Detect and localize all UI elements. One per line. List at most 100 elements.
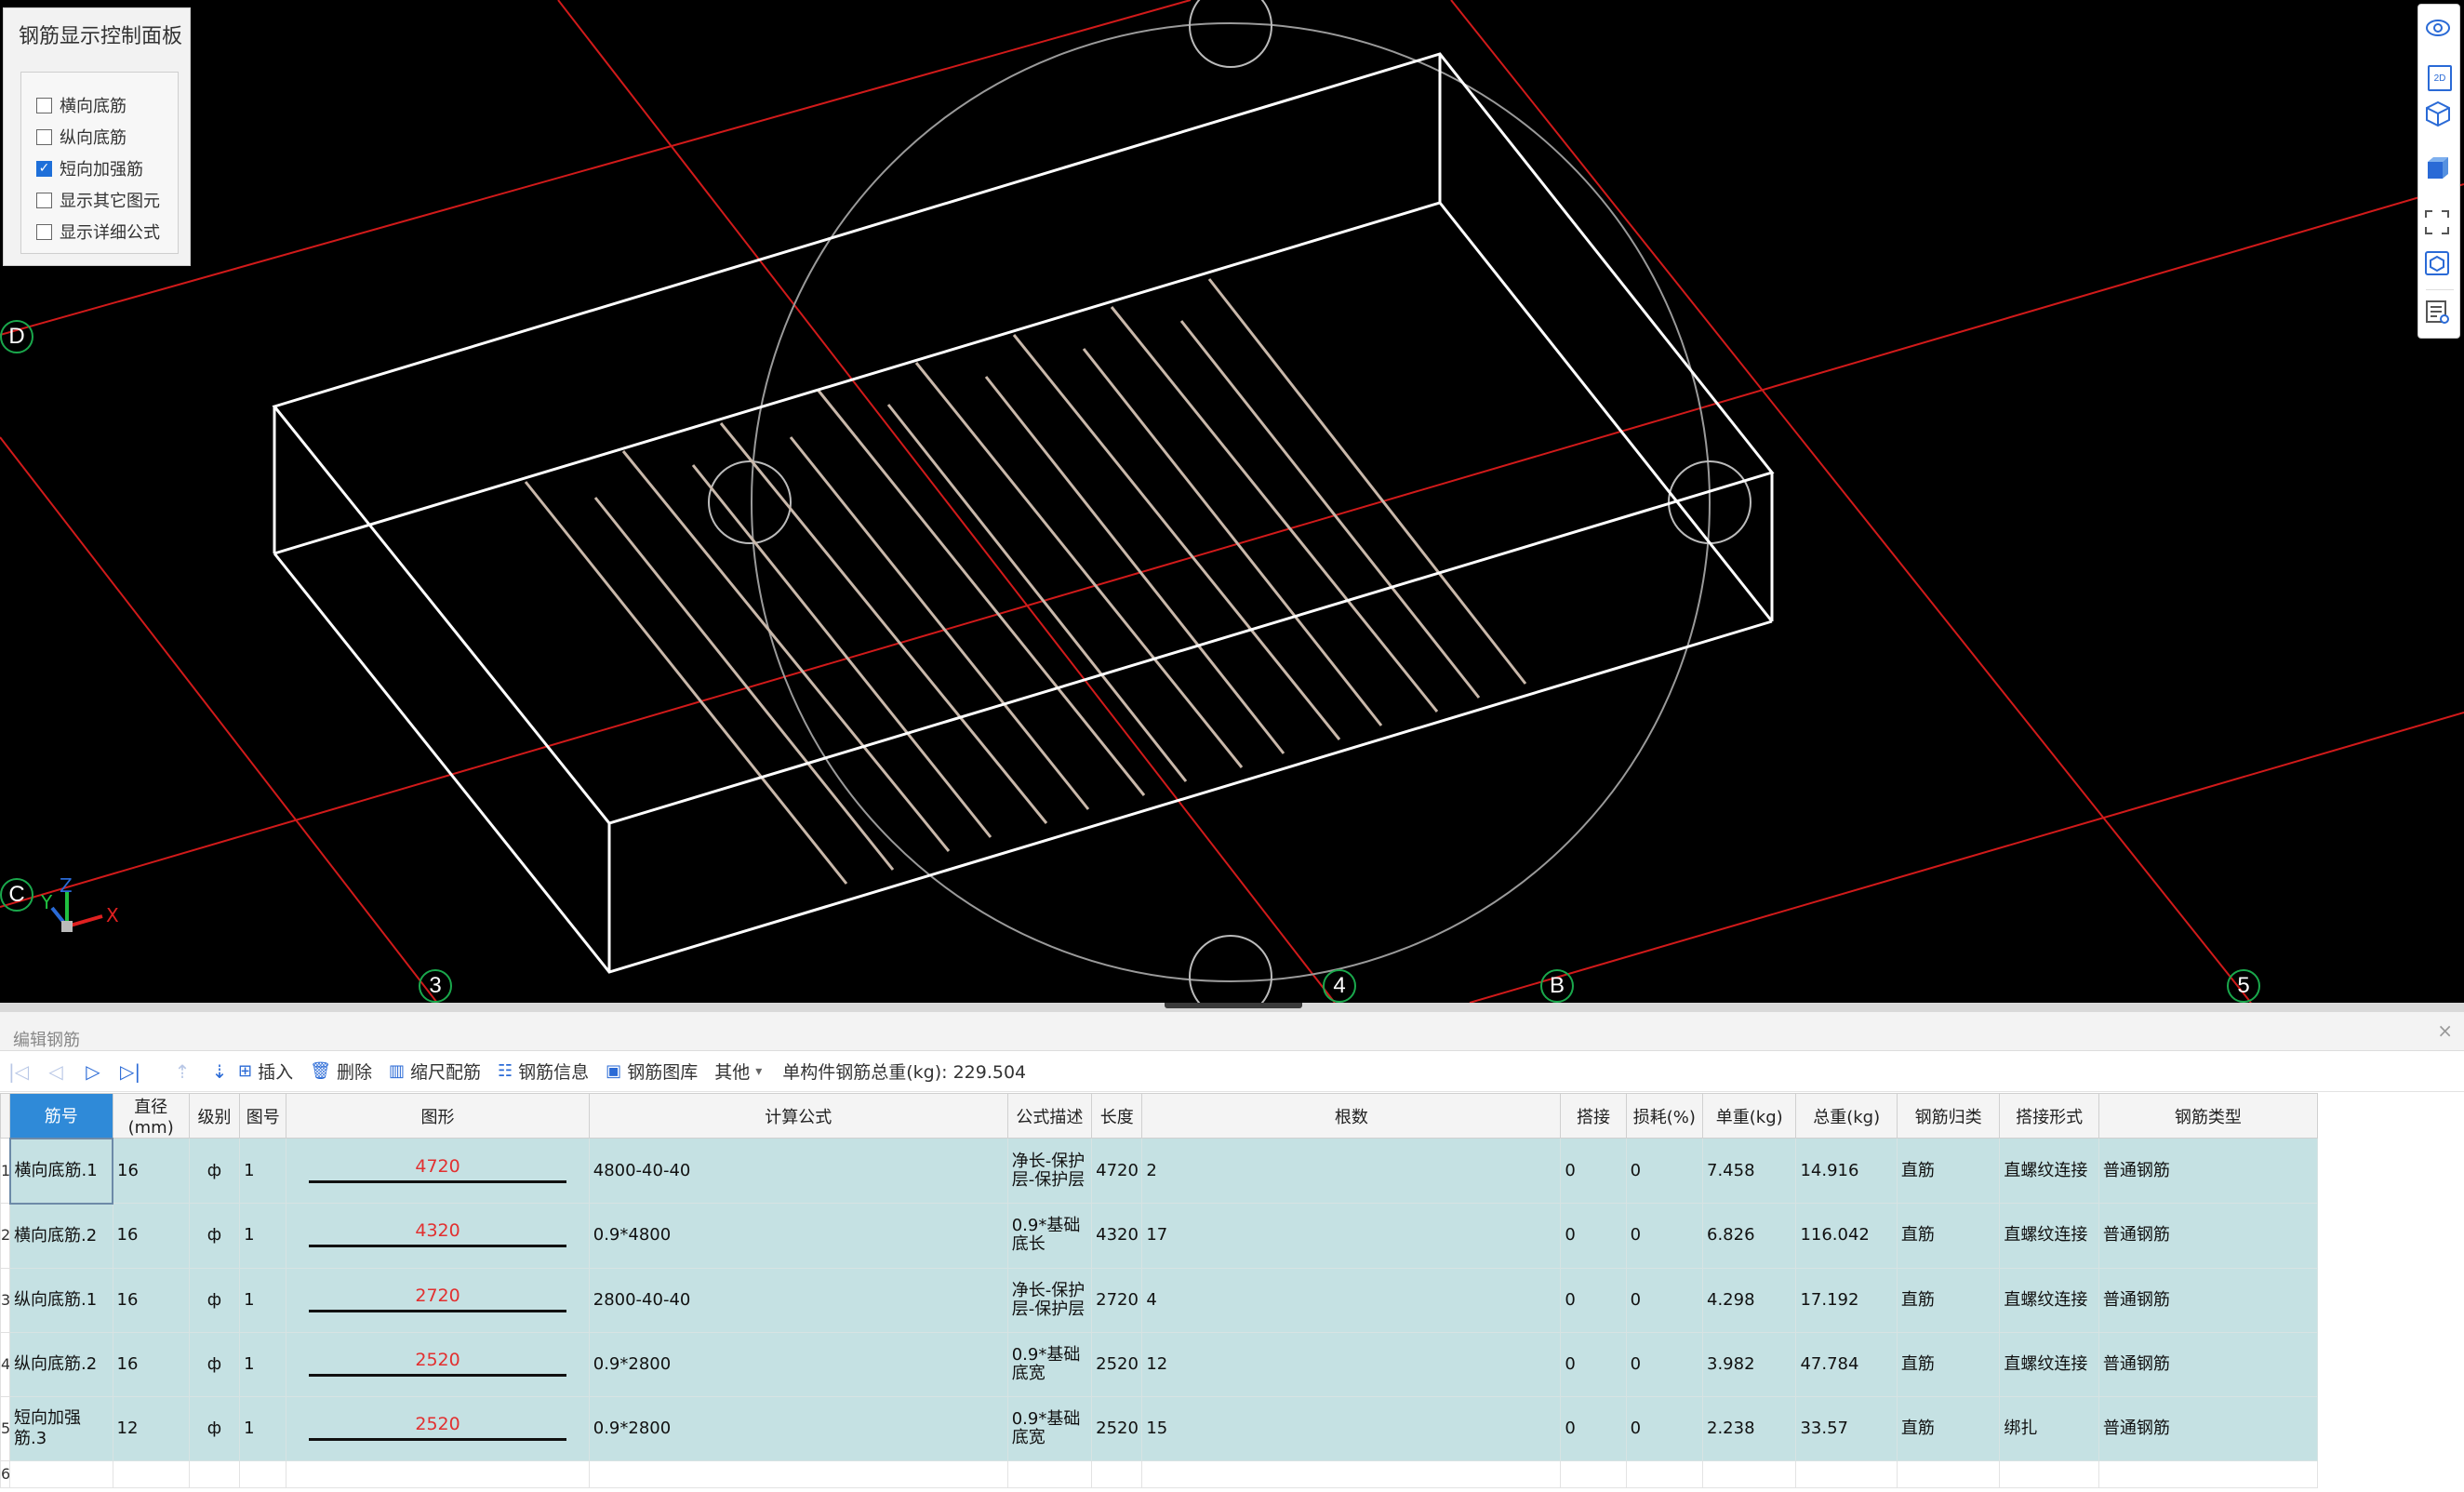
cell-lap[interactable]: 0 [1560, 1203, 1627, 1269]
cell-rebar-type[interactable]: 普通钢筋 [2098, 1267, 2319, 1333]
cell-fig[interactable]: 1 [239, 1331, 287, 1397]
column-header[interactable]: 级别 [188, 1093, 241, 1139]
cell-loss[interactable]: 0 [1625, 1267, 1704, 1333]
cell-dia[interactable]: 16 [112, 1138, 190, 1204]
cell-rebar-type[interactable]: 普通钢筋 [2098, 1138, 2319, 1204]
rebar-library-button[interactable]: ▣ 钢筋图库 [606, 1059, 698, 1084]
cell-total-w[interactable]: 116.042 [1795, 1203, 1898, 1269]
move-up-icon[interactable]: ⇡ [164, 1060, 201, 1083]
cell-total-w[interactable]: 47.784 [1795, 1331, 1898, 1397]
view-cube-icon[interactable] [2424, 250, 2456, 282]
cell-length[interactable]: 2720 [1091, 1267, 1143, 1333]
last-record-icon[interactable]: ▷| [112, 1060, 149, 1083]
cell-fig[interactable]: 1 [239, 1395, 287, 1461]
column-header[interactable]: 图形 [286, 1093, 590, 1139]
column-header[interactable]: 单重(kg) [1701, 1093, 1797, 1139]
cell-lap-type[interactable]: 直螺纹连接 [1999, 1267, 2099, 1333]
cell-loss[interactable]: 0 [1625, 1331, 1704, 1397]
cell-dia[interactable]: 12 [112, 1395, 190, 1461]
viewport-canvas[interactable] [0, 0, 2464, 1003]
cell-count[interactable]: 12 [1141, 1331, 1562, 1397]
empty-cell[interactable] [1006, 1459, 1093, 1488]
cell-name[interactable]: 短向加强筋.3 [9, 1395, 113, 1461]
cell-formula[interactable]: 4800-40-40 [588, 1138, 1008, 1204]
empty-cell[interactable] [1795, 1459, 1898, 1488]
cell-rebar-type[interactable]: 普通钢筋 [2098, 1203, 2319, 1269]
orbit-icon[interactable] [2424, 14, 2456, 46]
column-header[interactable]: 钢筋归类 [1896, 1093, 2001, 1139]
delete-button[interactable]: 🗑 删除 [310, 1059, 372, 1084]
column-header[interactable]: 损耗(%) [1625, 1093, 1704, 1139]
empty-cell[interactable] [2098, 1459, 2319, 1488]
table-row[interactable]: 5 短向加强筋.3 12 ф 1 2520 0.9*2800 0.9*基础底宽 2520 15 0 0… [0, 1395, 2319, 1461]
cell-fig[interactable]: 1 [239, 1203, 287, 1269]
cell-lap[interactable]: 0 [1560, 1138, 1627, 1204]
column-header[interactable]: 筋号 [9, 1093, 113, 1139]
cell-grade[interactable]: ф [188, 1203, 241, 1269]
checkbox-longitudinal-bottom[interactable] [36, 128, 52, 145]
prev-record-icon[interactable]: ◁ [37, 1060, 74, 1083]
cell-name[interactable]: 横向底筋.1 [8, 1137, 114, 1205]
solid-box-icon[interactable] [2424, 153, 2456, 185]
cell-length[interactable]: 2520 [1091, 1331, 1143, 1397]
cell-formula[interactable]: 0.9*4800 [588, 1203, 1008, 1269]
cell-count[interactable]: 15 [1141, 1395, 1562, 1461]
cell-total-w[interactable]: 17.192 [1795, 1267, 1898, 1333]
table-row[interactable]: 4 纵向底筋.2 16 ф 1 2520 0.9*2800 0.9*基础底宽 2520 12 0 0 3… [0, 1331, 2319, 1397]
cell-count[interactable]: 4 [1141, 1267, 1562, 1333]
cell-fig[interactable]: 1 [239, 1267, 287, 1333]
empty-cell[interactable] [1896, 1459, 2001, 1488]
cell-shape[interactable]: 2720 [286, 1267, 590, 1333]
empty-cell[interactable] [1141, 1459, 1562, 1488]
cell-unit-w[interactable]: 4.298 [1701, 1267, 1797, 1333]
cell-dia[interactable]: 16 [112, 1331, 190, 1397]
empty-cell[interactable] [1560, 1459, 1627, 1488]
column-header[interactable]: 搭接形式 [1999, 1093, 2099, 1139]
option-transverse-bottom[interactable]: 横向底筋 [36, 91, 127, 119]
cell-lap-type[interactable]: 直螺纹连接 [1999, 1203, 2099, 1269]
cell-category[interactable]: 直筋 [1896, 1138, 2001, 1204]
cell-name[interactable]: 横向底筋.2 [9, 1203, 113, 1269]
rebar-info-button[interactable]: ☷ 钢筋信息 [498, 1059, 589, 1084]
next-record-icon[interactable]: ▷ [74, 1060, 112, 1083]
cell-total-w[interactable]: 14.916 [1795, 1138, 1898, 1204]
cell-category[interactable]: 直筋 [1896, 1395, 2001, 1461]
cell-fig[interactable]: 1 [239, 1138, 287, 1204]
cell-unit-w[interactable]: 2.238 [1701, 1395, 1797, 1461]
cell-dia[interactable]: 16 [112, 1203, 190, 1269]
cell-formula[interactable]: 0.9*2800 [588, 1395, 1008, 1461]
cell-total-w[interactable]: 33.57 [1795, 1395, 1898, 1461]
view-3d-icon[interactable] [2424, 100, 2456, 131]
cell-length[interactable]: 4720 [1091, 1138, 1143, 1204]
cell-lap-type[interactable]: 直螺纹连接 [1999, 1138, 2099, 1204]
cell-formula[interactable]: 2800-40-40 [588, 1267, 1008, 1333]
column-header[interactable]: 根数 [1141, 1093, 1562, 1139]
view-2d-icon[interactable]: 2D [2424, 62, 2456, 94]
move-down-icon[interactable]: ⇣ [201, 1060, 238, 1083]
empty-cell[interactable] [1999, 1459, 2099, 1488]
cell-shape[interactable]: 2520 [286, 1395, 590, 1461]
cell-shape[interactable]: 4320 [286, 1203, 590, 1269]
cell-grade[interactable]: ф [188, 1267, 241, 1333]
table-row[interactable]: 3 纵向底筋.1 16 ф 1 2720 2800-40-40 净长-保护层-保护层 2720 4… [0, 1267, 2319, 1333]
cell-loss[interactable]: 0 [1625, 1203, 1704, 1269]
cell-category[interactable]: 直筋 [1896, 1331, 2001, 1397]
empty-cell[interactable] [1701, 1459, 1797, 1488]
checkbox-show-detail-formula[interactable] [36, 223, 52, 240]
cell-desc[interactable]: 0.9*基础底宽 [1006, 1395, 1093, 1461]
cell-count[interactable]: 2 [1141, 1138, 1562, 1204]
cell-loss[interactable]: 0 [1625, 1395, 1704, 1461]
option-show-detail-formula[interactable]: 显示详细公式 [36, 218, 160, 246]
cell-lap-type[interactable]: 直螺纹连接 [1999, 1331, 2099, 1397]
option-short-reinforcement[interactable]: ✓ 短向加强筋 [36, 154, 143, 182]
cell-rebar-type[interactable]: 普通钢筋 [2098, 1395, 2319, 1461]
column-header[interactable]: 钢筋类型 [2098, 1093, 2319, 1139]
cell-lap-type[interactable]: 绑扎 [1999, 1395, 2099, 1461]
cell-grade[interactable]: ф [188, 1395, 241, 1461]
cell-lap[interactable]: 0 [1560, 1331, 1627, 1397]
cell-dia[interactable]: 16 [112, 1267, 190, 1333]
cell-shape[interactable]: 2520 [286, 1331, 590, 1397]
insert-button[interactable]: ⊞ 插入 [238, 1059, 293, 1084]
cell-count[interactable]: 17 [1141, 1203, 1562, 1269]
checkbox-short-reinforcement[interactable]: ✓ [36, 160, 52, 177]
